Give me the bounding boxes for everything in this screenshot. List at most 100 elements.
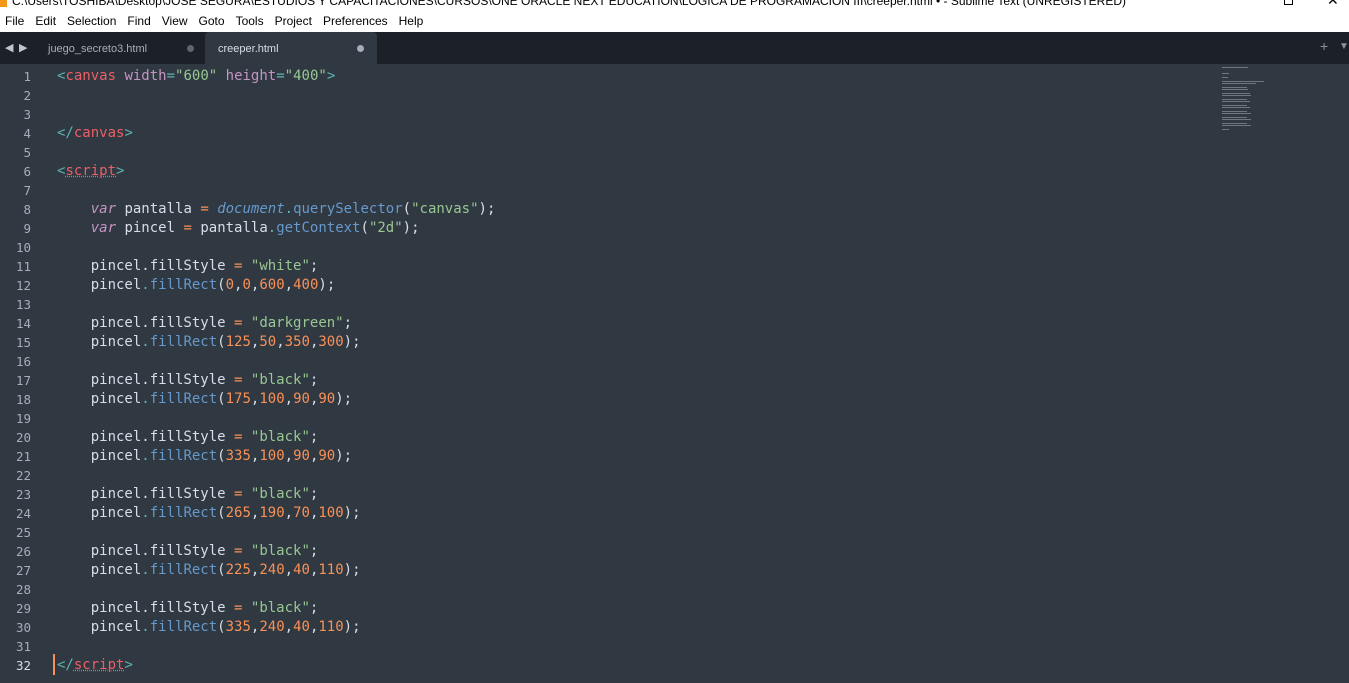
code-token: , <box>284 505 294 521</box>
code-line[interactable]: pincel.fillStyle = "black"; <box>57 428 319 447</box>
code-token: pincel.fillStyle <box>57 258 235 274</box>
code-token: 240 <box>259 562 285 578</box>
code-token: = <box>183 220 192 236</box>
code-line[interactable]: pincel.fillStyle = "black"; <box>57 542 319 561</box>
line-number: 4 <box>23 126 31 141</box>
code-token: = <box>276 68 285 84</box>
code-line[interactable]: var pincel = pantalla.getContext("2d"); <box>57 219 420 238</box>
code-line[interactable]: pincel.fillRect(335,100,90,90); <box>57 447 352 466</box>
code-line[interactable]: pincel.fillRect(335,240,40,110); <box>57 618 361 637</box>
code-token: , <box>276 334 285 350</box>
menu-item-preferences[interactable]: Preferences <box>318 10 394 32</box>
tab-list-icon[interactable]: ▼ <box>1339 41 1349 52</box>
menu-item-selection[interactable]: Selection <box>62 10 122 32</box>
code-token: 265 <box>225 505 251 521</box>
modified-indicator-icon[interactable] <box>357 45 364 52</box>
tab-creeper[interactable]: creeper.html <box>205 32 377 64</box>
restore-window-icon[interactable] <box>1284 0 1293 5</box>
code-line[interactable]: var pantalla = document.querySelector("c… <box>57 200 496 219</box>
line-number: 17 <box>15 373 31 388</box>
code-token: 40 <box>293 562 310 578</box>
code-token: fillRect <box>149 619 218 635</box>
menu-item-view[interactable]: View <box>157 10 194 32</box>
code-line[interactable]: pincel.fillStyle = "black"; <box>57 485 319 504</box>
code-token: pincel.fillStyle <box>57 429 235 445</box>
minimap-line <box>1222 81 1264 82</box>
code-line[interactable]: <canvas width="600" height="400"> <box>57 67 335 86</box>
menu-item-find[interactable]: Find <box>122 10 156 32</box>
code-token: 400 <box>293 277 319 293</box>
code-line[interactable]: pincel.fillStyle = "black"; <box>57 371 319 390</box>
app-icon <box>0 0 7 7</box>
code-token: 110 <box>318 619 344 635</box>
line-number: 28 <box>15 582 31 597</box>
code-token: "darkgreen" <box>250 315 344 331</box>
menu-item-file[interactable]: File <box>0 10 30 32</box>
code-token: fillRect <box>149 562 218 578</box>
minimap[interactable] <box>1220 64 1280 134</box>
code-token: "black" <box>250 543 310 559</box>
code-line[interactable]: </canvas> <box>57 124 133 143</box>
minimap-line <box>1222 87 1247 88</box>
line-number-gutter: 1 2 3 4 5 6 7 8 9 10 11 12 13 14 15 16 17 18 19 20 21 22 23 24 2… <box>0 64 44 683</box>
code-token: ( <box>217 505 226 521</box>
title-bar: C:\Users\TOSHIBA\Desktop\JOSE SEGURA\EST… <box>0 0 1349 10</box>
close-window-icon[interactable]: ✕ <box>1327 0 1339 9</box>
tab-label: juego_secreto3.html <box>48 43 148 55</box>
code-token: , <box>284 391 294 407</box>
line-number: 6 <box>23 164 31 179</box>
menu-item-help[interactable]: Help <box>394 10 430 32</box>
previous-tab-icon[interactable]: ◀ <box>5 41 13 54</box>
code-token: ; <box>309 600 319 616</box>
line-number: 5 <box>23 145 31 160</box>
code-token: pincel <box>57 505 142 521</box>
code-line[interactable]: pincel.fillRect(125,50,350,300); <box>57 333 361 352</box>
window-title: C:\Users\TOSHIBA\Desktop\JOSE SEGURA\EST… <box>12 0 1126 8</box>
code-token: , <box>284 619 294 635</box>
next-tab-icon[interactable]: ▶ <box>19 41 27 54</box>
code-token: "black" <box>250 372 310 388</box>
code-line[interactable]: pincel.fillStyle = "white"; <box>57 257 319 276</box>
code-token: . <box>284 201 294 217</box>
code-line[interactable]: pincel.fillRect(265,190,70,100); <box>57 504 361 523</box>
code-token: querySelector <box>293 201 403 217</box>
code-token: 110 <box>318 562 344 578</box>
code-token: 90 <box>293 391 310 407</box>
minimap-line <box>1222 113 1251 114</box>
code-token: . <box>141 505 150 521</box>
code-line[interactable]: <script> <box>57 162 124 181</box>
modified-indicator-icon[interactable] <box>187 45 194 52</box>
code-token: pincel <box>57 277 142 293</box>
code-token: canvas <box>73 125 125 141</box>
new-tab-icon[interactable]: + <box>1320 38 1328 54</box>
code-token: ( <box>360 220 369 236</box>
code-line[interactable]: </script> <box>57 656 133 675</box>
code-token: , <box>284 562 294 578</box>
code-line[interactable]: pincel.fillStyle = "darkgreen"; <box>57 314 352 333</box>
code-token: pincel <box>57 391 142 407</box>
code-token: width <box>124 68 167 84</box>
tab-juego-secreto3[interactable]: juego_secreto3.html <box>35 32 205 64</box>
minimap-line <box>1222 125 1251 126</box>
code-token: > <box>326 68 336 84</box>
code-token: pincel <box>57 448 142 464</box>
code-token: pantalla <box>124 201 192 217</box>
code-token: ); <box>335 391 353 407</box>
code-line[interactable]: pincel.fillRect(225,240,40,110); <box>57 561 361 580</box>
code-token: 0 <box>242 277 251 293</box>
code-editor[interactable]: <canvas width="600" height="400"> </canva… <box>57 64 1197 683</box>
code-token: 100 <box>318 505 344 521</box>
minimap-line <box>1222 99 1247 100</box>
menu-item-project[interactable]: Project <box>270 10 318 32</box>
menu-item-edit[interactable]: Edit <box>30 10 62 32</box>
menu-item-tools[interactable]: Tools <box>231 10 270 32</box>
code-line[interactable]: pincel.fillStyle = "black"; <box>57 599 319 618</box>
code-token: 190 <box>259 505 285 521</box>
menu-item-goto[interactable]: Goto <box>194 10 231 32</box>
code-token: ; <box>309 543 319 559</box>
code-token: "white" <box>250 258 310 274</box>
code-line[interactable]: pincel.fillRect(0,0,600,400); <box>57 276 336 295</box>
code-line[interactable]: pincel.fillRect(175,100,90,90); <box>57 390 352 409</box>
